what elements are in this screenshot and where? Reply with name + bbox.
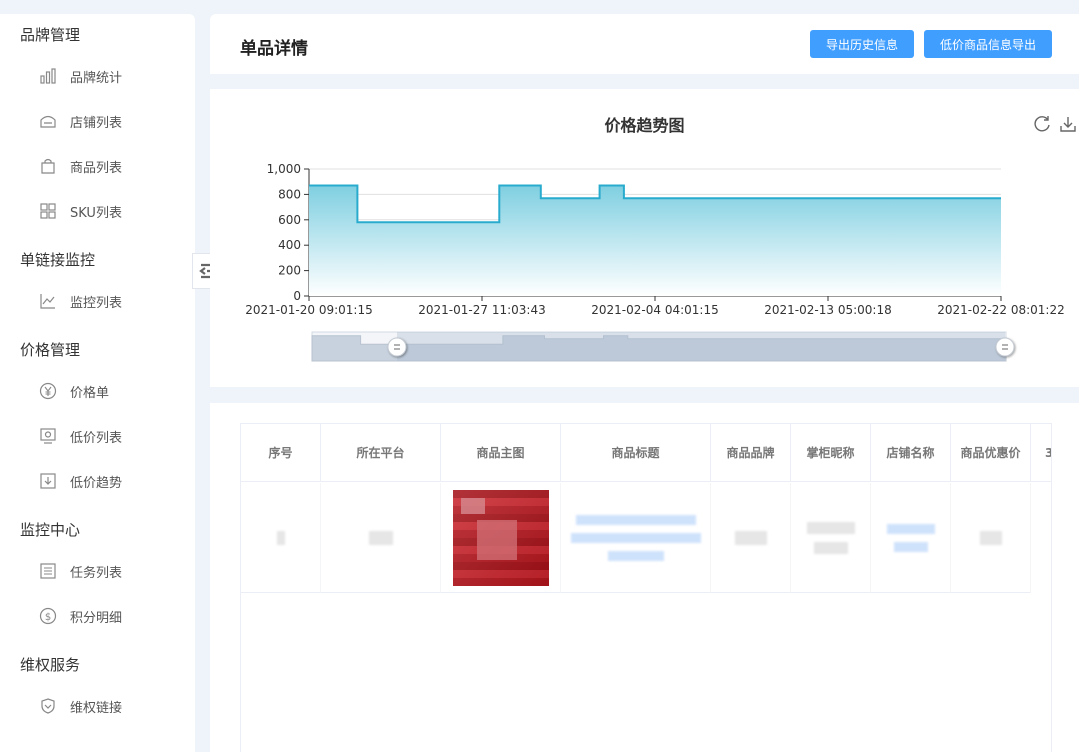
column-header-shop[interactable]: 店铺名称 [871,424,951,482]
zoom-selection [397,332,1005,361]
sidebar-group-link-monitor: 单链接监控 [20,249,95,270]
price-trend-chart: 0 200 400 600 800 1,000 2021-01-20 09:01:15 202… [210,89,1079,387]
x-tick-label: 2021-02-13 05:00:18 [764,303,891,317]
cell-brand [711,483,791,593]
y-tick-label: 200 [278,264,301,278]
zoom-handle-right[interactable] [996,338,1014,356]
sidebar-item-brand-stats[interactable]: 品牌统计 [38,63,122,89]
sidebar-item-price-sheet[interactable]: 价格单 [38,378,109,404]
y-tick-label: 400 [278,238,301,252]
grid-icon [38,201,58,221]
cell-image[interactable] [441,483,561,593]
sidebar-item-low-price-list[interactable]: 低价列表 [38,423,122,449]
sidebar-group-brand: 品牌管理 [20,24,80,45]
export-lowprice-button[interactable]: 低价商品信息导出 [924,30,1052,58]
sidebar-item-label: 监控列表 [70,292,122,311]
sidebar-item-product-list[interactable]: 商品列表 [38,153,122,179]
zoom-handle-left[interactable] [388,338,406,356]
sidebar-item-label: 品牌统计 [70,67,122,86]
sidebar-item-monitor-list[interactable]: 监控列表 [38,288,122,314]
table-card: 序号 所在平台 商品主图 商品标题 商品品牌 掌柜昵称 店铺名称 商品优惠价 3 [210,403,1079,752]
sidebar-item-shop-list[interactable]: 店铺列表 [38,108,122,134]
x-tick-label: 2021-02-22 08:01:22 [937,303,1064,317]
svg-text:$: $ [45,612,51,623]
sidebar-item-label: SKU列表 [70,202,122,221]
sidebar-item-low-price-trend[interactable]: 低价趋势 [38,468,122,494]
column-header-platform[interactable]: 所在平台 [321,424,441,482]
x-tick-label: 2021-01-20 09:01:15 [245,303,372,317]
series-area [309,186,1001,297]
column-header-title[interactable]: 商品标题 [561,424,711,482]
y-tick-label: 600 [278,213,301,227]
column-header-index[interactable]: 序号 [241,424,321,482]
sidebar-item-rights-links[interactable]: 维权链接 [38,693,122,719]
sidebar-item-label: 低价列表 [70,427,122,446]
bag-icon [38,156,58,176]
bar-chart-icon [38,66,58,86]
sidebar-group-price: 价格管理 [20,339,80,360]
yen-icon [38,381,58,401]
sidebar-item-label: 低价趋势 [70,472,122,491]
sidebar-item-label: 价格单 [70,382,109,401]
sidebar-item-label: 积分明细 [70,607,122,626]
column-header-partial[interactable]: 3 [1031,424,1052,482]
export-history-button[interactable]: 导出历史信息 [810,30,914,58]
cell-index [241,483,321,593]
sidebar-group-monitor-center: 监控中心 [20,519,80,540]
cell-platform [321,483,441,593]
download-box-icon [38,471,58,491]
column-header-brand[interactable]: 商品品牌 [711,424,791,482]
product-image[interactable] [453,490,549,586]
sidebar-item-label: 商品列表 [70,157,122,176]
sidebar-item-label: 店铺列表 [70,112,122,131]
page-header: 单品详情 导出历史信息 低价商品信息导出 [210,14,1079,74]
column-header-seller[interactable]: 掌柜昵称 [791,424,871,482]
shield-icon [38,696,58,716]
sidebar: 品牌管理 品牌统计 店铺列表 商品列表 SKU列表 单链接监控 监控列表 价格管… [0,14,195,752]
product-table: 序号 所在平台 商品主图 商品标题 商品品牌 掌柜昵称 店铺名称 商品优惠价 3 [240,423,1052,752]
column-header-image[interactable]: 商品主图 [441,424,561,482]
monitor-icon [38,426,58,446]
sidebar-item-label: 任务列表 [70,562,122,581]
x-tick-label: 2021-01-27 11:03:43 [418,303,545,317]
cell-discount-price [951,483,1031,593]
page-title: 单品详情 [240,34,308,59]
cell-shop[interactable] [871,483,951,593]
dollar-icon: $ [38,606,58,626]
sidebar-group-rights: 维权服务 [20,654,80,675]
list-icon [38,561,58,581]
sidebar-item-task-list[interactable]: 任务列表 [38,558,122,584]
cell-title[interactable] [561,483,711,593]
column-header-discount-price[interactable]: 商品优惠价 [951,424,1031,482]
sidebar-item-points-detail[interactable]: $ 积分明细 [38,603,122,629]
shop-icon [38,111,58,131]
sidebar-item-sku-list[interactable]: SKU列表 [38,198,122,224]
cell-seller [791,483,871,593]
x-tick-label: 2021-02-04 04:01:15 [591,303,718,317]
chart-card: 价格趋势图 02004006008001,0002021-01-20 09:01… [210,89,1079,387]
y-tick-label: 1,000 [267,162,301,176]
line-chart-icon [38,291,58,311]
sidebar-item-label: 维权链接 [70,697,122,716]
y-tick-label: 800 [278,187,301,201]
y-tick-label: 0 [293,289,301,303]
